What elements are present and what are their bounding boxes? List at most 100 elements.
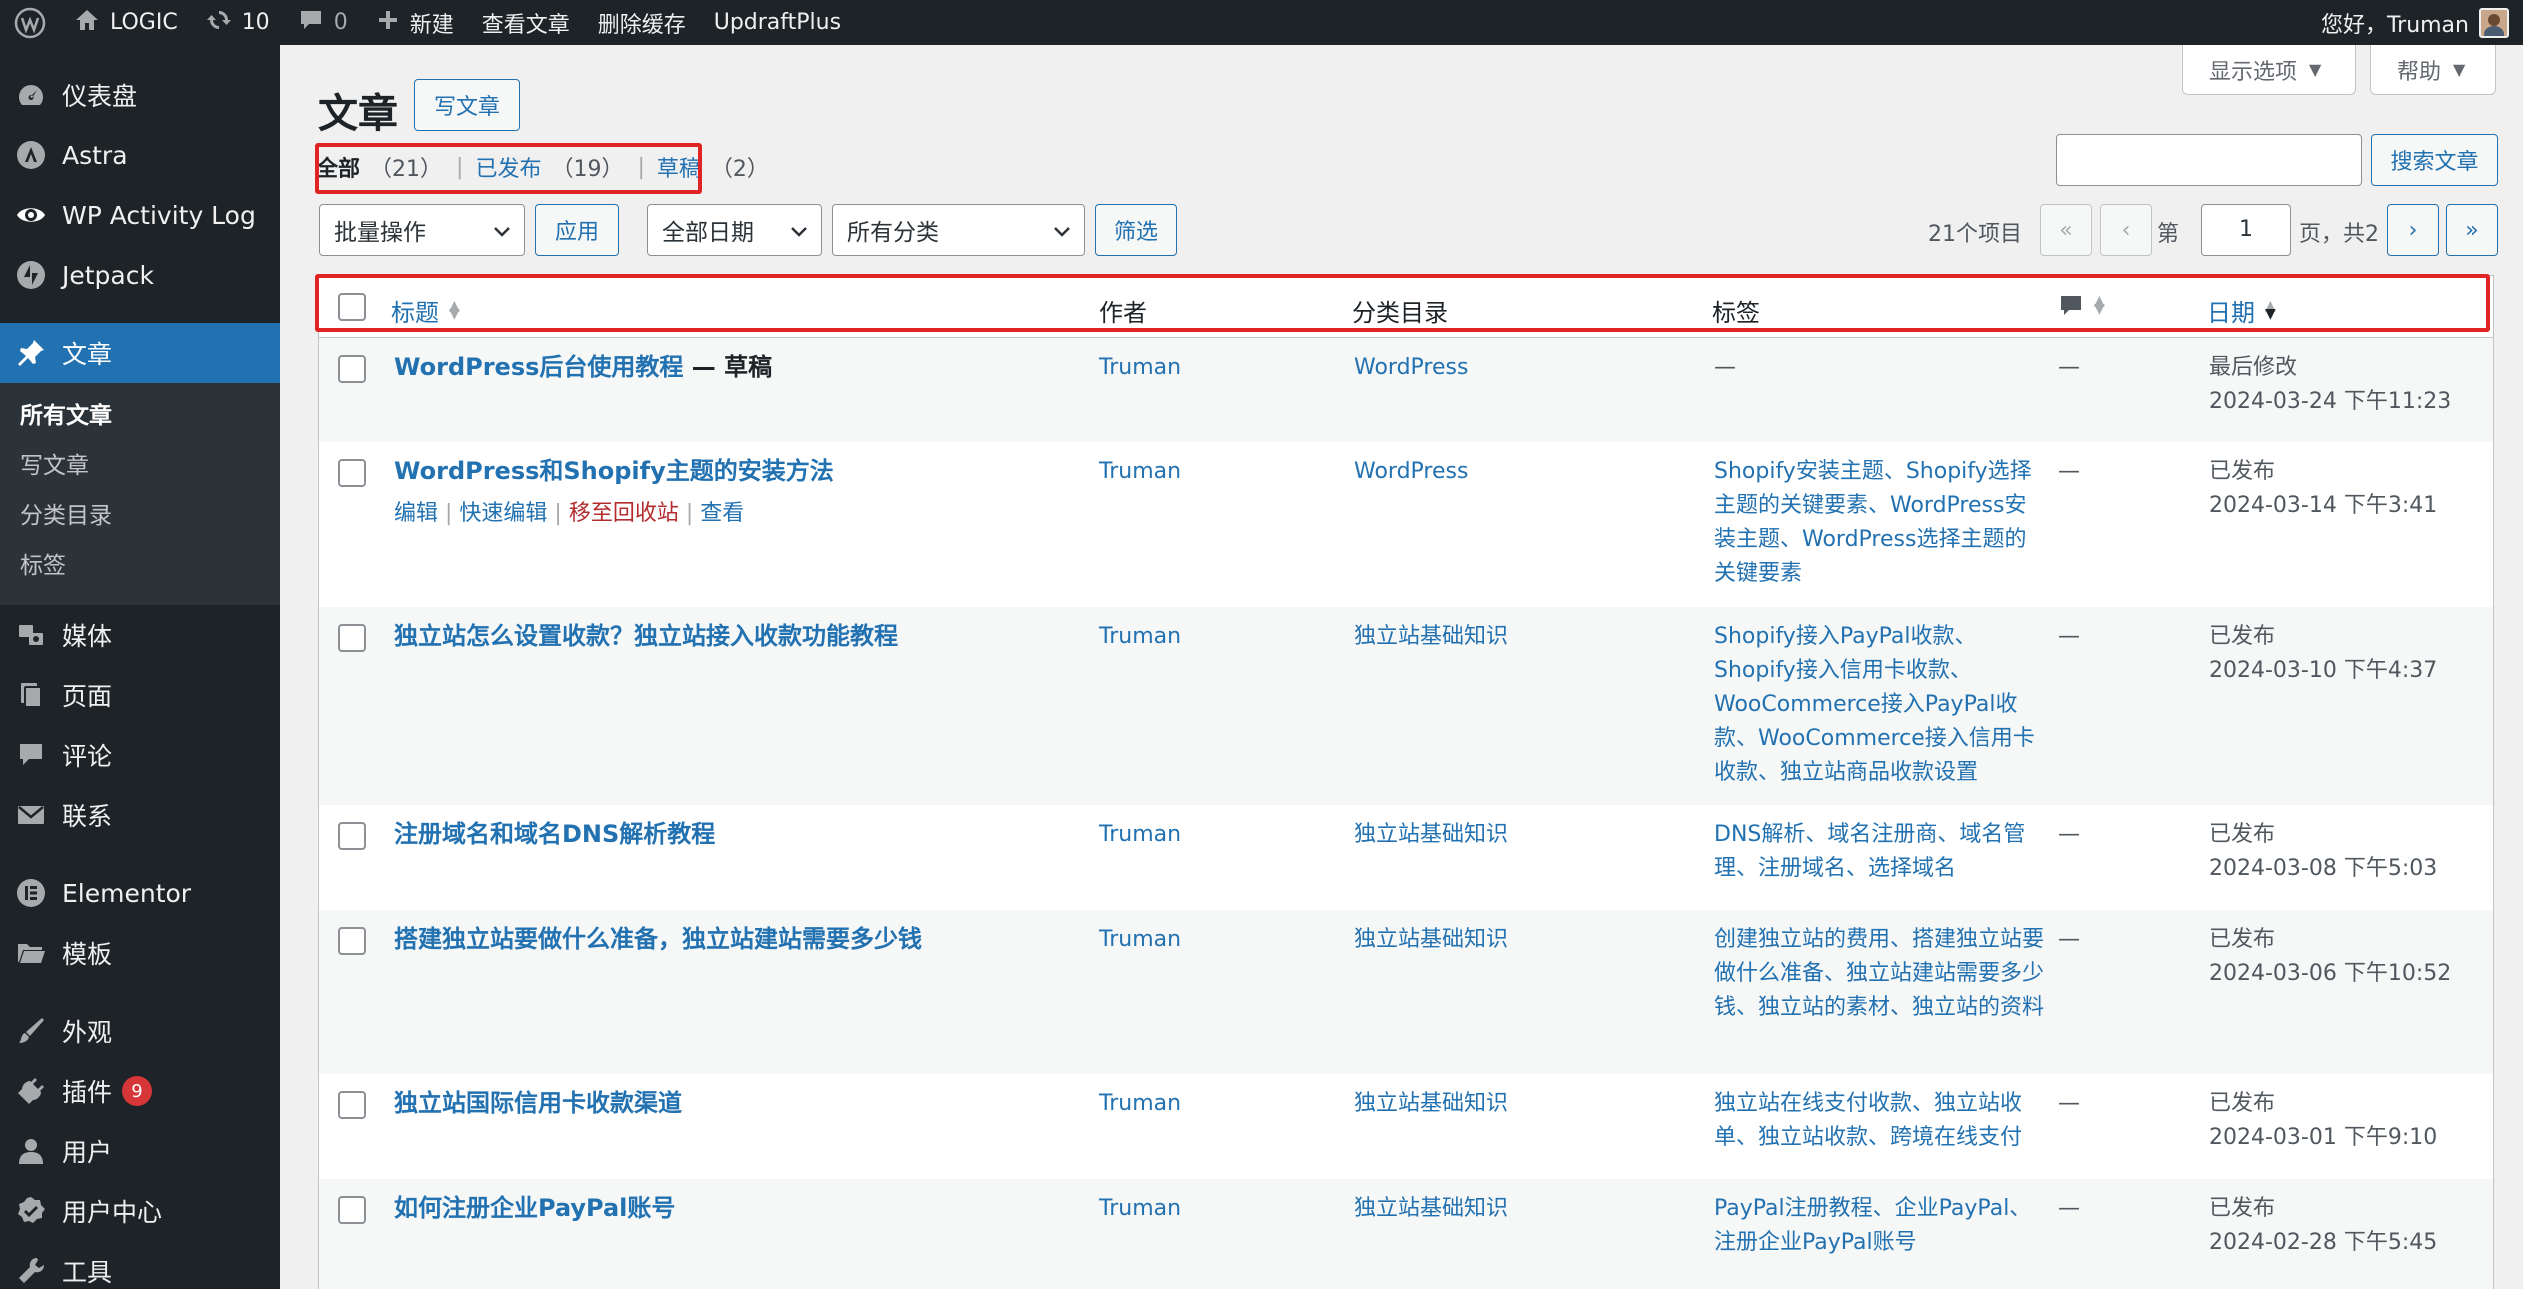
filter-drafts[interactable]: 草稿: [657, 151, 701, 183]
sidebar-item-elementor[interactable]: Elementor: [0, 863, 280, 923]
post-author-link[interactable]: Truman: [1099, 620, 1181, 654]
sidebar-item-comments[interactable]: 评论: [0, 725, 280, 785]
sidebar-item-appearance[interactable]: 外观: [0, 1001, 280, 1061]
post-date-status: 已发布: [2209, 1196, 2276, 1221]
row-checkbox[interactable]: [338, 927, 366, 955]
sidebar-item-templates[interactable]: 模板: [0, 923, 280, 983]
column-title-header[interactable]: 标题 ▲ ▼: [391, 293, 460, 328]
apply-button[interactable]: 应用: [535, 204, 619, 256]
updates-link[interactable]: 10: [192, 0, 284, 45]
column-author-header: 作者: [1099, 299, 1147, 327]
last-page-button[interactable]: »: [2446, 204, 2498, 256]
site-name: LOGIC: [110, 10, 178, 35]
date-filter-select[interactable]: 全部日期: [647, 204, 822, 256]
sidebar-item-dashboard[interactable]: 仪表盘: [0, 65, 280, 125]
post-title-link[interactable]: 独立站国际信用卡收款渠道: [394, 1086, 682, 1120]
post-title-link[interactable]: 如何注册企业PayPal账号: [394, 1191, 675, 1225]
select-all-checkbox[interactable]: [338, 293, 366, 321]
row-checkbox[interactable]: [338, 459, 366, 487]
sort-arrows-icon: ▲ ▼: [2265, 297, 2276, 322]
post-author-link[interactable]: Truman: [1099, 351, 1181, 385]
wordpress-logo-icon[interactable]: [0, 0, 60, 45]
sidebar-item-pages[interactable]: 页面: [0, 665, 280, 725]
post-category-link[interactable]: 独立站基础知识: [1354, 1087, 1508, 1121]
sidebar-item-tools[interactable]: 工具: [0, 1241, 280, 1289]
row-checkbox[interactable]: [338, 1091, 366, 1119]
table-row: 独立站怎么设置收款？独立站接入收款功能教程 Truman 独立站基础知识 Sho…: [319, 607, 2493, 805]
quick-edit-link[interactable]: 快速编辑: [459, 501, 547, 526]
submenu-categories[interactable]: 分类目录: [0, 491, 280, 541]
sidebar-label-dashboard: 仪表盘: [62, 82, 138, 111]
filter-all[interactable]: 全部: [316, 151, 360, 183]
view-posts-link[interactable]: 查看文章: [468, 0, 584, 45]
post-tags[interactable]: PayPal注册教程、企业PayPal、注册企业PayPal账号: [1714, 1192, 2044, 1260]
first-page-button[interactable]: «: [2040, 204, 2092, 256]
post-title-link[interactable]: 注册域名和域名DNS解析教程: [394, 817, 715, 851]
updraftplus-link[interactable]: UpdraftPlus: [700, 0, 855, 45]
updates-icon: [206, 7, 232, 39]
post-author-link[interactable]: Truman: [1099, 1087, 1181, 1121]
edit-link[interactable]: 编辑: [394, 501, 438, 526]
comments-link[interactable]: 0: [284, 0, 362, 45]
sidebar-item-media[interactable]: 媒体: [0, 605, 280, 665]
sidebar-item-contact[interactable]: 联系: [0, 785, 280, 845]
search-posts-button[interactable]: 搜索文章: [2371, 134, 2498, 186]
sidebar-label-contact: 联系: [62, 802, 113, 831]
category-filter-select[interactable]: 所有分类: [832, 204, 1085, 256]
prev-page-button[interactable]: ‹: [2100, 204, 2152, 256]
post-author-link[interactable]: Truman: [1099, 923, 1181, 957]
post-category-link[interactable]: WordPress: [1354, 455, 1468, 489]
new-content-link[interactable]: 新建: [362, 0, 468, 45]
post-category-link[interactable]: WordPress: [1354, 351, 1468, 385]
post-category-link[interactable]: 独立站基础知识: [1354, 818, 1508, 852]
submenu-add-new[interactable]: 写文章: [0, 441, 280, 491]
sidebar-item-plugins[interactable]: 插件 9: [0, 1061, 280, 1121]
post-author-link[interactable]: Truman: [1099, 1192, 1181, 1226]
submenu-tags[interactable]: 标签: [0, 541, 280, 591]
view-link[interactable]: 查看: [700, 501, 744, 526]
post-category-link[interactable]: 独立站基础知识: [1354, 1192, 1508, 1226]
post-category-link[interactable]: 独立站基础知识: [1354, 923, 1508, 957]
column-date-header[interactable]: 日期 ▲ ▼: [2207, 293, 2276, 328]
post-category-link[interactable]: 独立站基础知识: [1354, 620, 1508, 654]
post-comments: —: [2058, 1091, 2080, 1116]
account-menu[interactable]: 您好，Truman: [2307, 0, 2523, 45]
current-page-input[interactable]: 1: [2201, 204, 2291, 256]
post-tags[interactable]: 独立站在线支付收款、独立站收单、独立站收款、跨境在线支付: [1714, 1087, 2044, 1155]
row-checkbox[interactable]: [338, 822, 366, 850]
post-author-link[interactable]: Truman: [1099, 455, 1181, 489]
add-new-post-button[interactable]: 写文章: [414, 79, 520, 131]
post-author-link[interactable]: Truman: [1099, 818, 1181, 852]
sidebar-item-posts[interactable]: 文章: [0, 323, 280, 383]
site-name-link[interactable]: LOGIC: [60, 0, 192, 45]
column-tags-header: 标签: [1712, 299, 1760, 327]
column-comments-header[interactable]: ▲ ▼: [2058, 293, 2105, 319]
next-page-button[interactable]: ›: [2387, 204, 2439, 256]
row-checkbox[interactable]: [338, 355, 366, 383]
sidebar-item-astra[interactable]: Astra: [0, 125, 280, 185]
sidebar-item-jetpack[interactable]: Jetpack: [0, 245, 280, 305]
post-title-cell: WordPress后台使用教程 — 草稿: [394, 350, 772, 384]
post-title-link[interactable]: WordPress和Shopify主题的安装方法: [394, 454, 834, 488]
post-search-input[interactable]: [2056, 134, 2362, 186]
post-title-link[interactable]: WordPress后台使用教程: [394, 353, 683, 381]
post-tags[interactable]: 创建独立站的费用、搭建独立站要做什么准备、独立站建站需要多少钱、独立站的素材、独…: [1714, 923, 2044, 1025]
row-checkbox[interactable]: [338, 1196, 366, 1224]
trash-link[interactable]: 移至回收站: [569, 501, 679, 526]
post-title-link[interactable]: 独立站怎么设置收款？独立站接入收款功能教程: [394, 619, 898, 653]
filter-button[interactable]: 筛选: [1095, 204, 1177, 256]
sidebar-separator: [0, 305, 280, 323]
clear-cache-link[interactable]: 删除缓存: [584, 0, 700, 45]
post-tags[interactable]: Shopify接入PayPal收款、Shopify接入信用卡收款、WooComm…: [1714, 620, 2044, 790]
bulk-action-select[interactable]: 批量操作: [319, 204, 525, 256]
submenu-all-posts[interactable]: 所有文章: [0, 391, 280, 441]
row-checkbox[interactable]: [338, 624, 366, 652]
post-tags[interactable]: Shopify安装主题、Shopify选择主题的关键要素、WordPress安装…: [1714, 455, 2044, 591]
sidebar-item-user-center[interactable]: 用户中心: [0, 1181, 280, 1241]
sidebar-item-users[interactable]: 用户: [0, 1121, 280, 1181]
post-title-link[interactable]: 搭建独立站要做什么准备，独立站建站需要多少钱: [394, 922, 922, 956]
filter-published[interactable]: 已发布: [475, 151, 541, 183]
post-date-status: 已发布: [2209, 927, 2276, 952]
post-tags[interactable]: DNS解析、域名注册商、域名管理、注册域名、选择域名: [1714, 818, 2044, 886]
sidebar-item-activity-log[interactable]: WP Activity Log: [0, 185, 280, 245]
